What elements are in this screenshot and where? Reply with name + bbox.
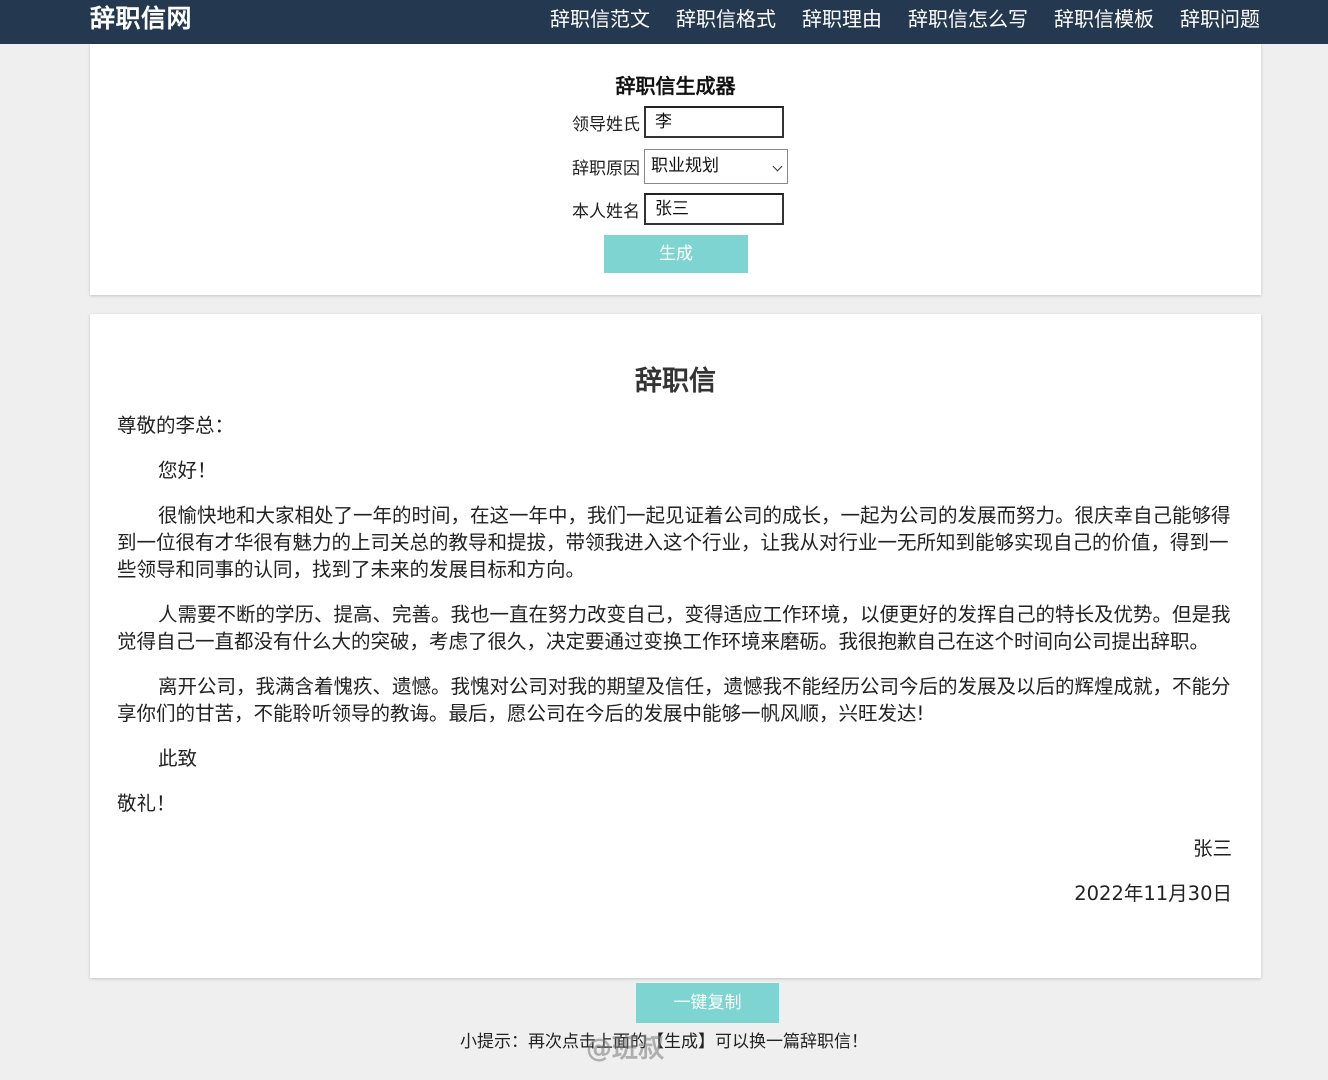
own-name-input[interactable]: 张三 — [644, 193, 784, 225]
chevron-down-icon — [772, 161, 783, 171]
nav-item-templates[interactable]: 辞职信模板 — [1054, 5, 1154, 33]
leader-label: 领导姓氏 — [572, 114, 640, 135]
letter-paragraph: 人需要不断的学历、提高、完善。我也一直在努力改变自己，变得适应工作环境，以便更好… — [117, 603, 1231, 653]
site-logo[interactable]: 辞职信网 — [90, 4, 192, 34]
top-nav-bar: 辞职信网 辞职信范文 辞职信格式 辞职理由 辞职信怎么写 辞职信模板 辞职问题 — [0, 0, 1328, 44]
nav-item-how-to-write[interactable]: 辞职信怎么写 — [908, 5, 1028, 33]
generate-button[interactable]: 生成 — [604, 235, 748, 273]
letter-paragraph: 离开公司，我满含着愧疚、遗憾。我愧对公司对我的期望及信任，遗憾我不能经历公司今后… — [117, 675, 1231, 725]
nav-item-questions[interactable]: 辞职问题 — [1180, 5, 1260, 33]
reason-select[interactable]: 职业规划 — [644, 148, 788, 184]
letter-closing-regards: 此致 — [158, 747, 198, 770]
generator-card: 辞职信生成器 领导姓氏 李 辞职原因 职业规划 本人姓名 张三 生成 — [90, 44, 1261, 295]
reason-row: 辞职原因 职业规划 — [564, 148, 788, 184]
letter-body: 尊敬的李总： 您好！ 很愉快地和大家相处了一年的时间，在这一年中，我们一起见证着… — [117, 412, 1232, 925]
watermark: @班叔 — [586, 1034, 665, 1064]
reason-selected-value: 职业规划 — [651, 155, 719, 176]
nav-item-format[interactable]: 辞职信格式 — [676, 5, 776, 33]
letter-salutation: 尊敬的李总： — [117, 414, 235, 437]
name-row: 本人姓名 张三 — [564, 191, 784, 227]
generator-title: 辞职信生成器 — [615, 74, 736, 98]
leader-surname-input[interactable]: 李 — [644, 106, 784, 138]
letter-card: 辞职信 尊敬的李总： 您好！ 很愉快地和大家相处了一年的时间，在这一年中，我们一… — [90, 314, 1261, 978]
letter-date: 2022年11月30日 — [1074, 882, 1232, 905]
letter-greeting: 您好！ — [158, 459, 217, 482]
nav-item-samples[interactable]: 辞职信范文 — [550, 5, 650, 33]
copy-button[interactable]: 一键复制 — [636, 983, 779, 1023]
letter-paragraph: 很愉快地和大家相处了一年的时间，在这一年中，我们一起见证着公司的成长，一起为公司… — [117, 504, 1231, 581]
letter-signature: 张三 — [1192, 837, 1232, 860]
leader-row: 领导姓氏 李 — [564, 104, 784, 140]
letter-closing-salute: 敬礼！ — [117, 792, 176, 815]
reason-label: 辞职原因 — [572, 158, 640, 179]
letter-title: 辞职信 — [635, 366, 716, 397]
main-nav: 辞职信范文 辞职信格式 辞职理由 辞职信怎么写 辞职信模板 辞职问题 — [550, 5, 1260, 33]
name-label: 本人姓名 — [572, 201, 640, 222]
nav-item-reasons[interactable]: 辞职理由 — [802, 5, 882, 33]
